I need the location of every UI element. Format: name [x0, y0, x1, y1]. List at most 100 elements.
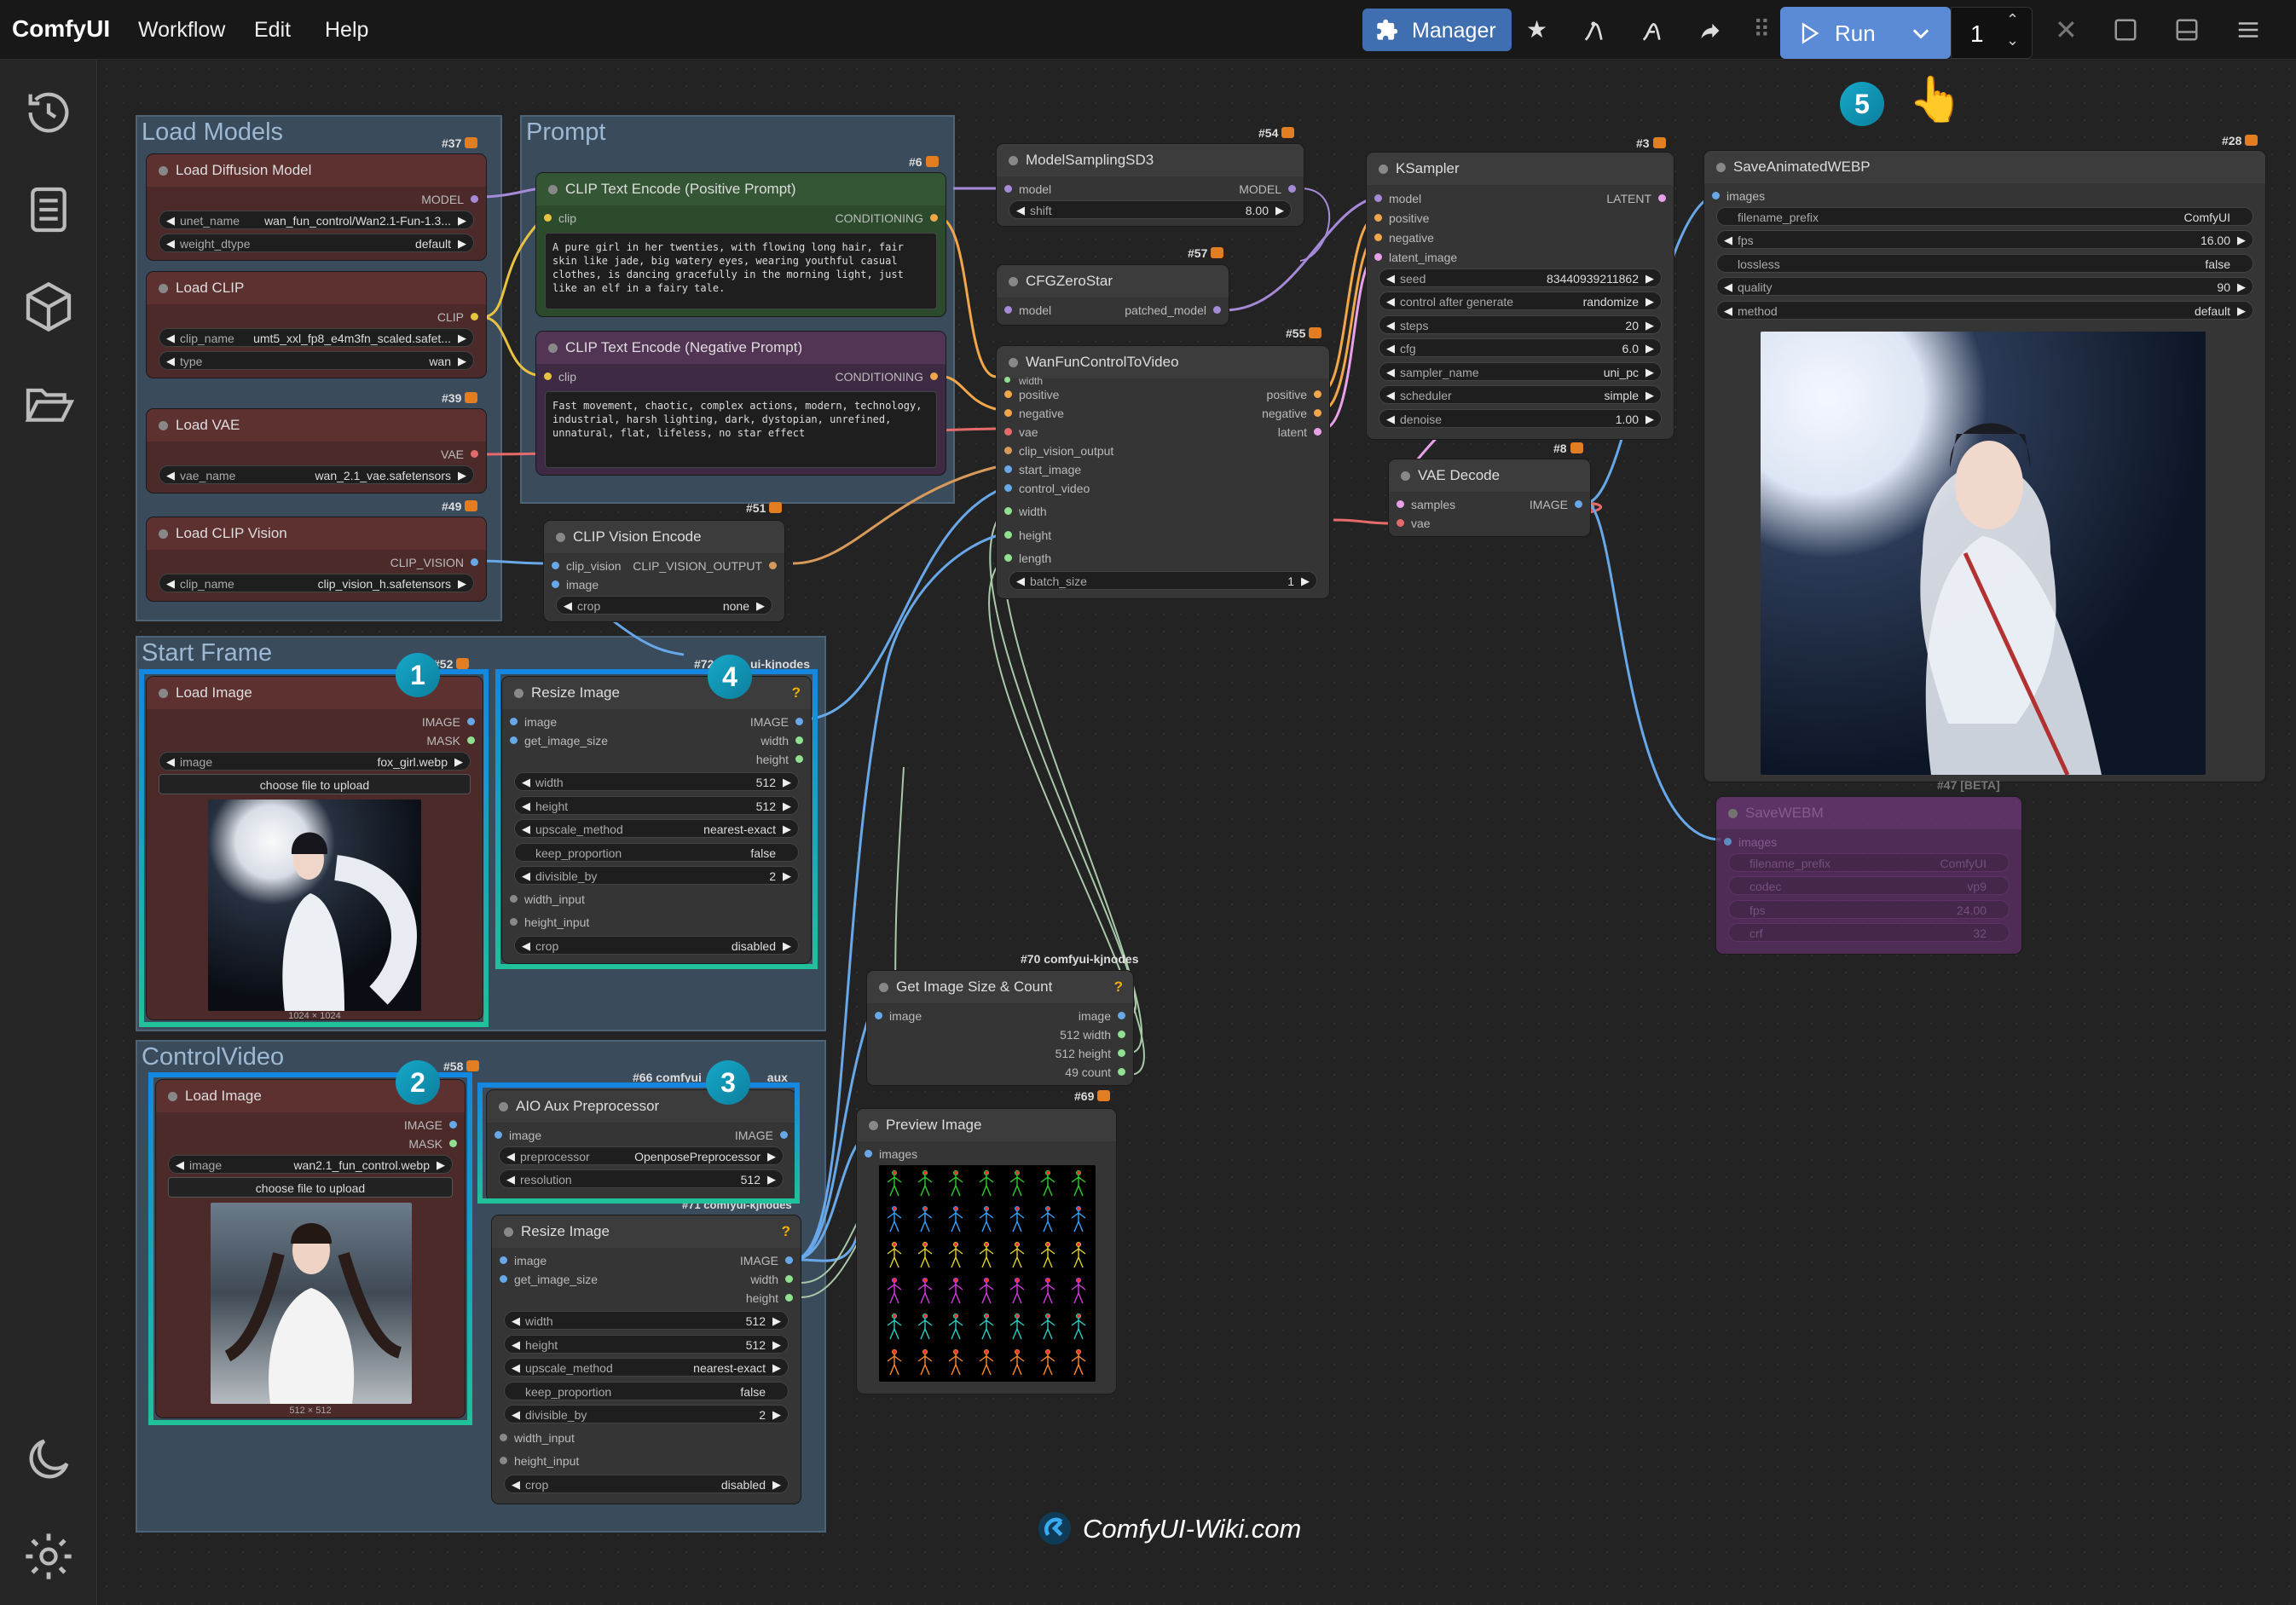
- cfg-widget[interactable]: ◀ cfg 6.0 ▶: [1379, 338, 1662, 357]
- upscale-method-widget[interactable]: ◀ upscale_method nearest-exact ▶: [504, 1358, 789, 1377]
- positive-output-slot[interactable]: [1314, 390, 1322, 398]
- height-input-slot[interactable]: [510, 918, 518, 926]
- image-output-slot[interactable]: [1575, 500, 1582, 508]
- unet-name-widget[interactable]: ◀ unet_name wan_fun_control/Wan2.1-Fun-1.3…: [159, 211, 474, 229]
- menu-workflow[interactable]: Workflow: [138, 18, 225, 43]
- image-input-slot[interactable]: [500, 1256, 507, 1264]
- clip-vision-output-input-slot[interactable]: [1004, 447, 1012, 454]
- patched-model-output-slot[interactable]: [1213, 306, 1221, 314]
- moon-icon[interactable]: [21, 1432, 76, 1487]
- control-video-preview-image[interactable]: [211, 1203, 412, 1404]
- node-get-image-size-count[interactable]: Get Image Size & Count? image image 512 w…: [866, 970, 1134, 1086]
- model-input-slot[interactable]: [1004, 306, 1012, 314]
- clip-vision-output-slot[interactable]: [769, 562, 777, 569]
- denoise-widget[interactable]: ◀ denoise 1.00 ▶: [1379, 409, 1662, 428]
- node-save-webm[interactable]: SaveWEBM images filename_prefix ComfyUI c…: [1715, 796, 2022, 955]
- image-file-widget[interactable]: ◀ image wan2.1_fun_control.webp ▶: [168, 1155, 453, 1174]
- close-icon[interactable]: ✕: [2055, 14, 2078, 46]
- filename-prefix-widget[interactable]: filename_prefix ComfyUI: [1728, 853, 2010, 872]
- app-brand[interactable]: ComfyUI: [12, 15, 110, 43]
- node-preview-image[interactable]: Preview Image images: [856, 1108, 1117, 1394]
- node-wan-fun-control-to-video[interactable]: WanFunControlToVideo width positive posit…: [996, 345, 1330, 599]
- model-input-slot[interactable]: [1004, 185, 1012, 193]
- clip-vision-output-slot[interactable]: [471, 558, 478, 566]
- crf-widget[interactable]: crf 32: [1728, 923, 2010, 942]
- control-after-generate-widget[interactable]: ◀ control after generate randomize ▶: [1379, 292, 1662, 310]
- model-output-slot[interactable]: [471, 195, 478, 203]
- latent-image-input-slot[interactable]: [1374, 253, 1382, 261]
- height-output-slot[interactable]: [1118, 1049, 1125, 1057]
- image-output-slot[interactable]: [467, 718, 475, 725]
- count-output-slot[interactable]: [1118, 1068, 1125, 1076]
- seed-widget[interactable]: ◀ seed 834409392118​62 ▶: [1379, 268, 1662, 287]
- node-load-image-start-frame[interactable]: Load Image IMAGE MASK ◀ image fox_girl.web…: [146, 676, 483, 1020]
- node-load-image-control-video[interactable]: Load Image IMAGE MASK ◀ image wan2.1_fun_c…: [155, 1079, 466, 1418]
- crop-widget[interactable]: ◀ crop none ▶: [556, 596, 772, 615]
- divisible-by-widget[interactable]: ◀ divisible_by 2 ▶: [504, 1405, 789, 1423]
- fps-widget[interactable]: ◀ fps 16.00 ▶: [1716, 230, 2253, 249]
- get-image-size-input-slot[interactable]: [510, 736, 518, 744]
- latent-output-slot[interactable]: [1314, 428, 1322, 436]
- images-input-slot[interactable]: [1712, 192, 1720, 199]
- width-output-slot[interactable]: [1118, 1031, 1125, 1038]
- image-file-widget[interactable]: ◀ image fox_girl.webp ▶: [159, 752, 471, 771]
- image-input-slot[interactable]: [875, 1012, 882, 1019]
- clip-vision-input-slot[interactable]: [552, 562, 559, 569]
- negative-prompt-textarea[interactable]: Fast movement, chaotic, complex actions,…: [545, 391, 937, 468]
- height-widget[interactable]: ◀ height 512 ▶: [504, 1335, 789, 1354]
- positive-input-slot[interactable]: [1374, 214, 1382, 222]
- vae-output-slot[interactable]: [471, 450, 478, 458]
- scheduler-widget[interactable]: ◀ scheduler simple ▶: [1379, 385, 1662, 404]
- node-resize-image-control-video[interactable]: Resize Image? image IMAGE get_image_size w…: [491, 1215, 801, 1504]
- node-library-icon[interactable]: [1579, 17, 1608, 44]
- choose-file-button[interactable]: choose file to upload: [168, 1177, 453, 1198]
- vae-input-slot[interactable]: [1004, 428, 1012, 436]
- mask-output-slot[interactable]: [467, 736, 475, 744]
- help-icon[interactable]: ?: [782, 1215, 790, 1248]
- quality-widget[interactable]: ◀ quality 90 ▶: [1716, 277, 2253, 296]
- image-output-slot[interactable]: [795, 718, 803, 725]
- node-clip-text-encode-negative[interactable]: CLIP Text Encode (Negative Prompt) clip C…: [535, 331, 946, 476]
- node-load-diffusion-model[interactable]: Load Diffusion Model MODEL ◀ unet_name wan…: [146, 153, 487, 261]
- model-output-slot[interactable]: [1288, 185, 1296, 193]
- clip-output-slot[interactable]: [471, 313, 478, 320]
- width-output-slot[interactable]: [785, 1275, 793, 1283]
- clip-vision-name-widget[interactable]: ◀ clip_name clip_vision_h.safetensors ▶: [159, 574, 474, 592]
- image-output-slot[interactable]: [785, 1256, 793, 1264]
- node-ksampler[interactable]: KSampler model LATENT positive negative l…: [1366, 152, 1674, 440]
- fps-widget[interactable]: fps 24.00: [1728, 900, 2010, 919]
- control-video-input-slot[interactable]: [1004, 484, 1012, 492]
- image-input-slot[interactable]: [510, 718, 518, 725]
- share-icon[interactable]: [1697, 19, 1724, 43]
- image-output-slot[interactable]: [449, 1121, 457, 1129]
- queue-list-icon[interactable]: [21, 182, 76, 237]
- divisible-by-widget[interactable]: ◀ divisible_by 2 ▶: [514, 866, 799, 885]
- resolution-widget[interactable]: ◀ resolution 512 ▶: [499, 1169, 784, 1188]
- shift-widget[interactable]: ◀ shift 8.00 ▶: [1009, 200, 1292, 219]
- conditioning-output-slot[interactable]: [930, 214, 938, 222]
- node-clip-text-encode-positive[interactable]: CLIP Text Encode (Positive Prompt) clip C…: [535, 172, 946, 317]
- menu-edit[interactable]: Edit: [254, 18, 291, 43]
- start-frame-preview-image[interactable]: [208, 800, 421, 1011]
- image-output-slot[interactable]: [1118, 1012, 1125, 1019]
- increment-icon[interactable]: ⌃: [2006, 11, 2019, 29]
- manager-button[interactable]: Manager: [1362, 9, 1512, 51]
- get-image-size-input-slot[interactable]: [500, 1275, 507, 1283]
- pose-preview-grid[interactable]: [879, 1165, 1096, 1382]
- model-input-slot[interactable]: [1374, 194, 1382, 202]
- positive-prompt-textarea[interactable]: A pure girl in her twenties, with flowin…: [545, 233, 937, 309]
- clip-input-slot[interactable]: [544, 214, 552, 222]
- gear-icon[interactable]: [21, 1529, 76, 1584]
- start-image-input-slot[interactable]: [1004, 465, 1012, 473]
- node-load-clip[interactable]: Load CLIP CLIP ◀ clip_name umt5_xxl_fp8_e4…: [146, 271, 487, 378]
- lossless-toggle[interactable]: lossless false: [1716, 254, 2253, 273]
- images-input-slot[interactable]: [1724, 838, 1732, 846]
- node-save-animated-webp[interactable]: SaveAnimatedWEBP images filename_prefix C…: [1703, 150, 2266, 782]
- keep-proportion-toggle[interactable]: keep_proportion false: [504, 1382, 789, 1400]
- image-input-slot[interactable]: [494, 1131, 502, 1139]
- node-resize-image-start-frame[interactable]: Resize Image? image IMAGE get_image_size w…: [501, 676, 812, 964]
- length-input-slot[interactable]: [1004, 554, 1012, 562]
- chevron-down-icon[interactable]: [1906, 22, 1935, 46]
- width-input-slot[interactable]: [500, 1434, 507, 1441]
- output-preview-image[interactable]: [1761, 332, 2206, 775]
